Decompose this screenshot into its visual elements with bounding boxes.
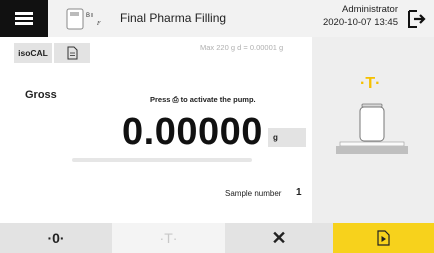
svg-text:F: F bbox=[96, 21, 101, 27]
datetime: 2020-10-07 13:45 bbox=[322, 17, 398, 28]
start-pump-icon bbox=[377, 230, 390, 246]
bottom-bar: ·0· ·T· ✕ bbox=[0, 223, 434, 253]
clear-button[interactable]: ✕ bbox=[225, 223, 333, 253]
tare-button[interactable]: ·T· bbox=[112, 223, 225, 253]
isocal-button[interactable]: isoCAL bbox=[14, 43, 52, 63]
sample-number-label: Sample number bbox=[225, 189, 282, 198]
menu-button[interactable] bbox=[0, 0, 48, 37]
weighing-mode: Gross bbox=[25, 89, 57, 101]
zero-button[interactable]: ·0· bbox=[0, 223, 112, 253]
sample-number-value: 1 bbox=[296, 187, 302, 198]
top-bar: B F Final Pharma Filling Administrator 2… bbox=[0, 0, 434, 38]
progress-bar bbox=[72, 158, 252, 162]
start-pump-button[interactable] bbox=[333, 223, 434, 253]
weight-value: 0.00000 bbox=[122, 111, 263, 153]
document-button[interactable] bbox=[54, 43, 90, 63]
tare-indicator: ·T· bbox=[360, 75, 381, 92]
document-icon bbox=[67, 46, 78, 60]
menu-icon bbox=[15, 12, 33, 15]
instruction-text: Press ⎙ to activate the pump. bbox=[150, 95, 256, 104]
balance-icon bbox=[336, 100, 408, 160]
task-icon[interactable]: B F bbox=[66, 8, 110, 30]
svg-text:B: B bbox=[86, 13, 90, 19]
user-info: Administrator 2020-10-07 13:45 bbox=[323, 3, 398, 29]
logout-icon[interactable] bbox=[406, 8, 428, 30]
user-name: Administrator bbox=[342, 4, 398, 15]
page-title: Final Pharma Filling bbox=[120, 11, 227, 25]
balance-range: Max 220 g d = 0.00001 g bbox=[200, 43, 284, 52]
unit-button[interactable]: g bbox=[268, 128, 306, 147]
